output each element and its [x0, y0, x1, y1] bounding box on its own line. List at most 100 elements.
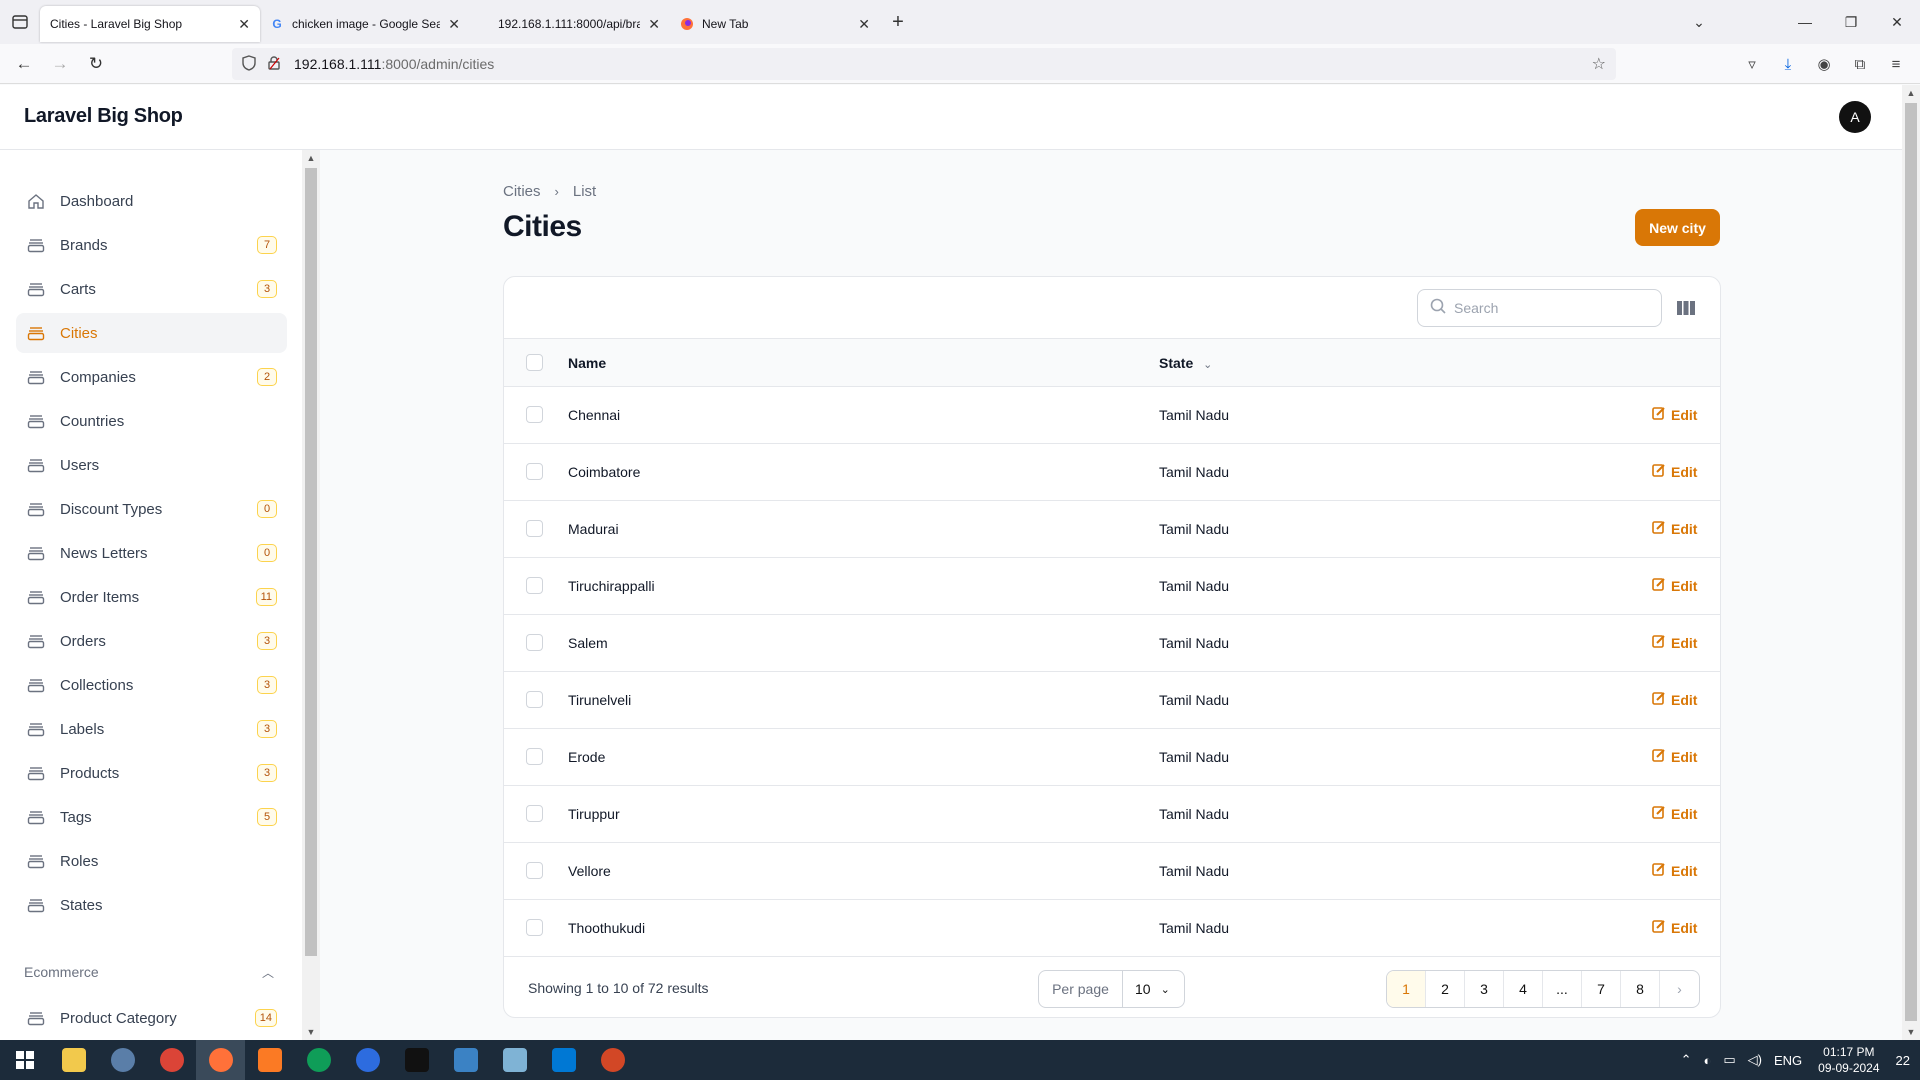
browser-tab-api[interactable]: 192.168.1.111:8000/api/brands ✕	[470, 6, 670, 42]
sidebar-item-order-items[interactable]: Order Items 11	[16, 577, 287, 617]
page-2-button[interactable]: 2	[1426, 971, 1465, 1007]
sidebar-item-orders[interactable]: Orders 3	[16, 621, 287, 661]
scrollbar-thumb[interactable]	[305, 168, 317, 956]
scrollbar-thumb[interactable]	[1905, 103, 1917, 1021]
settings-app-icon[interactable]	[343, 1040, 392, 1080]
new-city-button[interactable]: New city	[1635, 209, 1720, 246]
edit-button[interactable]: Edit	[1652, 919, 1697, 936]
browser-tab-google[interactable]: G chicken image - Google Search ✕	[260, 6, 470, 42]
chevron-down-icon[interactable]: ⌄	[1203, 359, 1212, 371]
bookmark-star-icon[interactable]: ☆	[1592, 54, 1606, 74]
page-4-button[interactable]: 4	[1504, 971, 1543, 1007]
edit-button[interactable]: Edit	[1652, 463, 1697, 480]
sidebar-item-news-letters[interactable]: News Letters 0	[16, 533, 287, 573]
sidebar-item-discount-types[interactable]: Discount Types 0	[16, 489, 287, 529]
close-window-icon[interactable]: ✕	[1874, 14, 1920, 31]
edit-button[interactable]: Edit	[1652, 634, 1697, 651]
edit-button[interactable]: Edit	[1652, 406, 1697, 423]
search-box[interactable]	[1417, 289, 1662, 327]
row-checkbox[interactable]	[526, 862, 543, 879]
per-page-select[interactable]: Per page 10 ⌄	[1038, 970, 1185, 1008]
browser-tab-cities[interactable]: Cities - Laravel Big Shop ✕	[40, 6, 260, 42]
close-icon[interactable]: ✕	[858, 16, 870, 33]
chrome-icon[interactable]	[147, 1040, 196, 1080]
avatar[interactable]: A	[1839, 101, 1871, 133]
store-icon[interactable]	[441, 1040, 490, 1080]
vscode-icon[interactable]	[539, 1040, 588, 1080]
minimize-icon[interactable]: —	[1782, 14, 1828, 30]
file-explorer-icon[interactable]	[49, 1040, 98, 1080]
sidebar-item-products[interactable]: Products 3	[16, 753, 287, 793]
tab-list-icon[interactable]	[0, 0, 40, 44]
volume-icon[interactable]: ◁)	[1748, 1052, 1762, 1068]
page-3-button[interactable]: 3	[1465, 971, 1504, 1007]
row-checkbox[interactable]	[526, 691, 543, 708]
row-checkbox[interactable]	[526, 748, 543, 765]
sidebar-item-companies[interactable]: Companies 2	[16, 357, 287, 397]
edit-button[interactable]: Edit	[1652, 691, 1697, 708]
edit-button[interactable]: Edit	[1652, 862, 1697, 879]
per-page-value[interactable]: 10 ⌄	[1123, 971, 1184, 1007]
sidebar-item-countries[interactable]: Countries	[16, 401, 287, 441]
row-checkbox[interactable]	[526, 463, 543, 480]
clock[interactable]: 01:17 PM 09-09-2024	[1818, 1044, 1879, 1076]
column-header-state[interactable]: State ⌄	[1159, 355, 1212, 371]
edit-button[interactable]: Edit	[1652, 805, 1697, 822]
scroll-down-icon[interactable]: ▼	[1902, 1024, 1920, 1040]
restore-icon[interactable]: ❐	[1828, 14, 1874, 31]
browser-tab-newtab[interactable]: New Tab ✕	[670, 6, 880, 42]
app-icon[interactable]	[98, 1040, 147, 1080]
sidebar-item-brands[interactable]: Brands 7	[16, 225, 287, 265]
sidebar-item-labels[interactable]: Labels 3	[16, 709, 287, 749]
chrome-profile-icon[interactable]	[294, 1040, 343, 1080]
sidebar-item-carts[interactable]: Carts 3	[16, 269, 287, 309]
search-input[interactable]	[1454, 300, 1634, 316]
windows-start-icon[interactable]	[0, 1040, 49, 1080]
close-icon[interactable]: ✕	[238, 16, 250, 33]
notification-icon[interactable]: 22	[1896, 1053, 1910, 1068]
page-7-button[interactable]: 7	[1582, 971, 1621, 1007]
scroll-down-icon[interactable]: ▼	[302, 1024, 320, 1040]
terminal-icon[interactable]	[392, 1040, 441, 1080]
sidebar-item-states[interactable]: States	[16, 885, 287, 925]
page-scrollbar[interactable]: ▲ ▼	[1902, 85, 1920, 1040]
sidebar-item-collections[interactable]: Collections 3	[16, 665, 287, 705]
sidebar-item-product-category[interactable]: Product Category 14	[16, 998, 287, 1038]
close-icon[interactable]: ✕	[648, 16, 660, 33]
edit-button[interactable]: Edit	[1652, 748, 1697, 765]
page-8-button[interactable]: 8	[1621, 971, 1660, 1007]
new-tab-button[interactable]: +	[880, 4, 916, 40]
lock-icon[interactable]	[268, 55, 288, 73]
row-checkbox[interactable]	[526, 634, 543, 651]
sidebar-item-dashboard[interactable]: Dashboard	[16, 181, 287, 221]
scroll-up-icon[interactable]: ▲	[1902, 85, 1920, 101]
row-checkbox[interactable]	[526, 406, 543, 423]
firefox-icon[interactable]	[196, 1040, 245, 1080]
edit-button[interactable]: Edit	[1652, 577, 1697, 594]
menu-icon[interactable]: ≡	[1878, 48, 1914, 80]
edit-button[interactable]: Edit	[1652, 520, 1697, 537]
sidebar-group-ecommerce[interactable]: Ecommerce ︿	[24, 964, 274, 980]
scroll-up-icon[interactable]: ▲	[302, 150, 320, 166]
brand-logo[interactable]: Laravel Big Shop	[24, 105, 183, 128]
url-bar[interactable]: 192.168.1.111:8000/admin/cities ☆	[232, 48, 1616, 80]
row-checkbox[interactable]	[526, 577, 543, 594]
row-checkbox[interactable]	[526, 805, 543, 822]
breadcrumb-cities[interactable]: Cities	[503, 183, 541, 200]
tray-app-icon[interactable]: ◐	[1703, 1053, 1711, 1068]
row-checkbox[interactable]	[526, 520, 543, 537]
row-checkbox[interactable]	[526, 919, 543, 936]
chevron-up-icon[interactable]: ︿	[262, 964, 274, 981]
pocket-icon[interactable]: ▿	[1734, 48, 1770, 80]
forward-icon[interactable]: →	[42, 48, 78, 80]
network-icon[interactable]: ▭	[1723, 1052, 1735, 1068]
language-indicator[interactable]: ENG	[1774, 1053, 1802, 1068]
extensions-icon[interactable]: ⧉	[1842, 48, 1878, 80]
shield-icon[interactable]	[242, 54, 262, 74]
select-all-checkbox[interactable]	[526, 354, 543, 371]
xampp-icon[interactable]	[245, 1040, 294, 1080]
powerpoint-icon[interactable]	[588, 1040, 637, 1080]
notepad-icon[interactable]	[490, 1040, 539, 1080]
page-1-button[interactable]: 1	[1387, 971, 1426, 1007]
chevron-up-icon[interactable]: ⌃	[1681, 1052, 1692, 1068]
